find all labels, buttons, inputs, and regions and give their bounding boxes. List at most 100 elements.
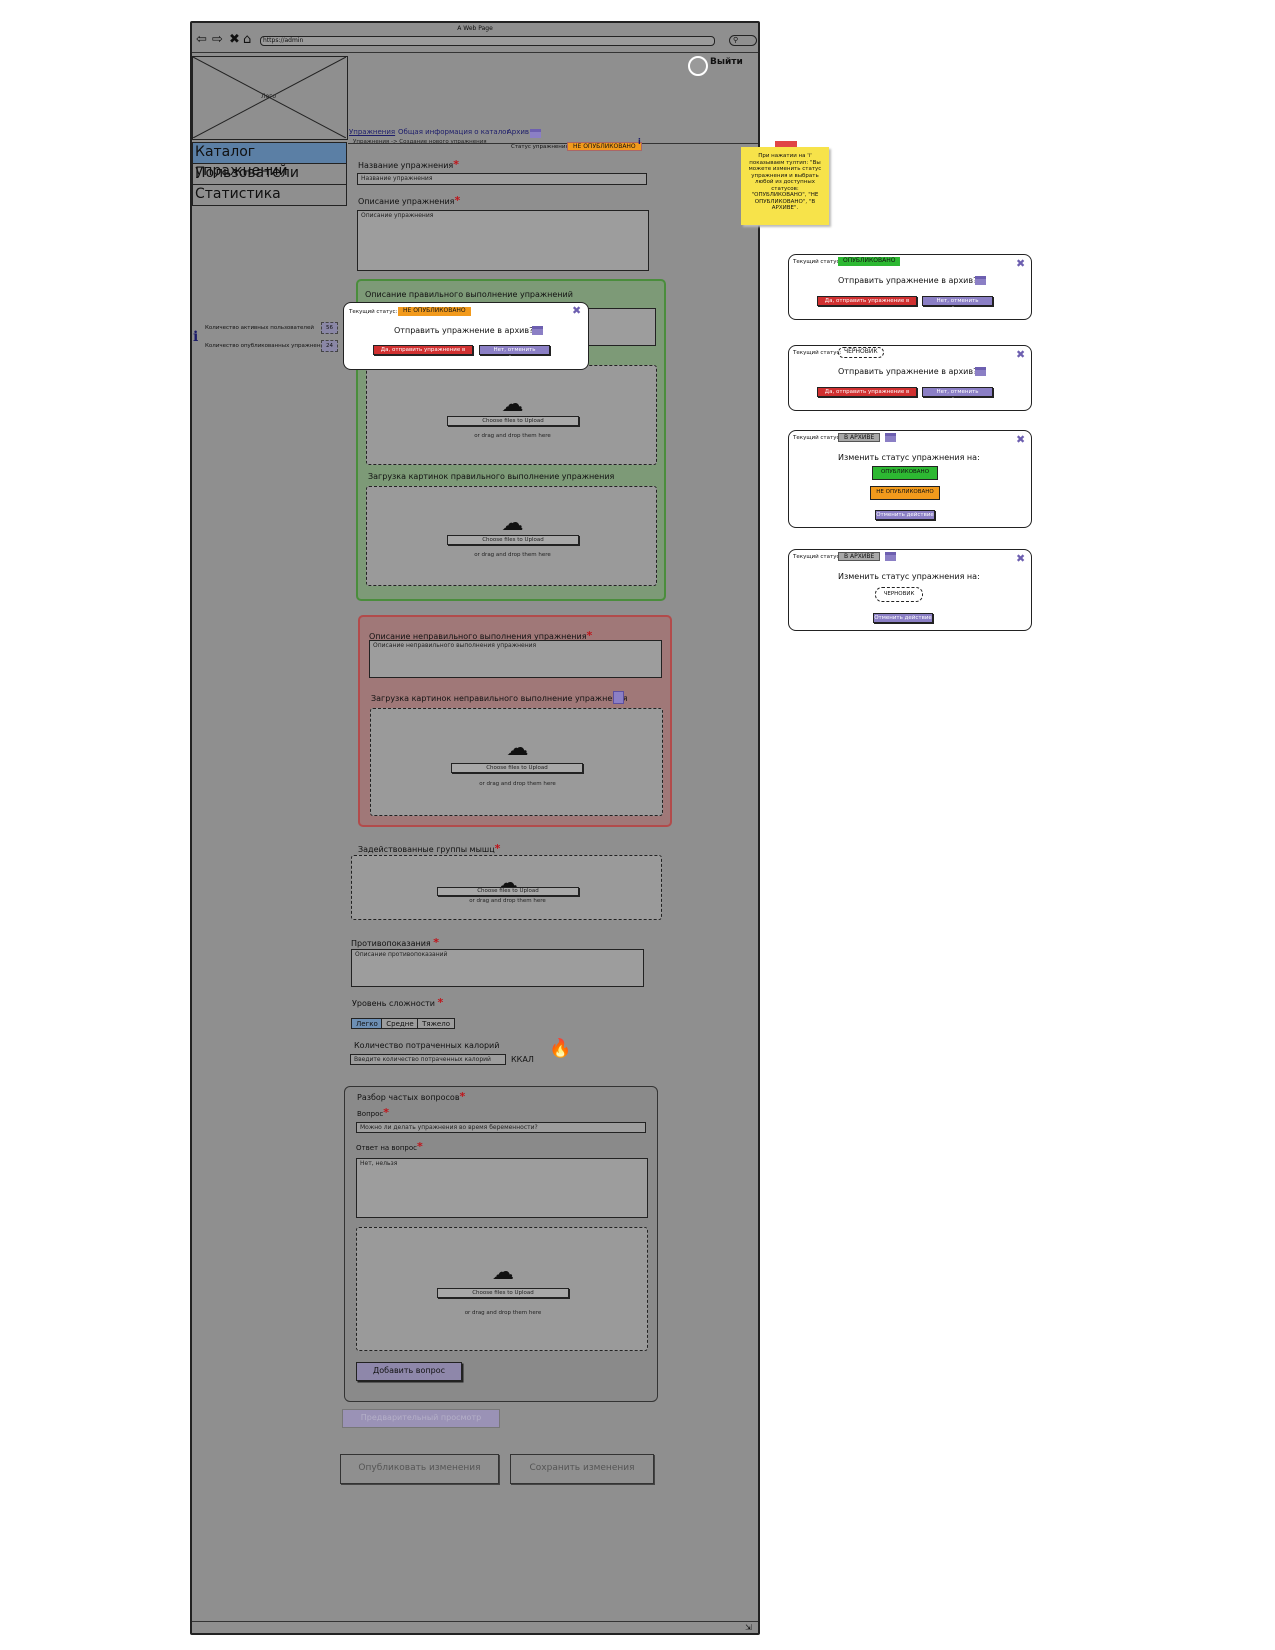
resize-handle-icon[interactable]: ⇲ (745, 1623, 752, 1632)
cloud-upload-icon: ☁ (506, 736, 529, 761)
status-option-unpublished[interactable]: НЕ ОПУБЛИКОВАНО (870, 486, 940, 500)
close-icon[interactable]: ✖ (572, 304, 581, 317)
calories-field[interactable]: Введите количество потраченных калорий (350, 1054, 506, 1065)
image-icon (613, 691, 624, 704)
close-icon[interactable]: ✖ (229, 32, 240, 48)
choose-files-button[interactable]: Choose files to Upload (447, 535, 579, 545)
cancel-button[interactable]: Отменить действие (873, 613, 933, 623)
choose-files-button[interactable]: Choose files to Upload (437, 887, 579, 896)
close-icon[interactable]: ✖ (1016, 552, 1025, 565)
tab-archive[interactable]: Архив (507, 128, 529, 136)
logout-link[interactable]: Выйти (710, 57, 743, 67)
correct-images-label: Загрузка картинок правильного выполнение… (368, 472, 615, 481)
current-status-badge: В АРХИВЕ (838, 433, 881, 442)
calories-unit: ККАЛ (511, 1055, 534, 1064)
published-count: 24 (321, 340, 338, 352)
incorrect-execution-panel: Описание неправильного выполнения упражн… (358, 615, 672, 827)
tab-catalog-info[interactable]: Общая информация о каталог (398, 128, 510, 136)
status-option-draft[interactable]: ЧЕРНОВИК (875, 587, 923, 602)
difficulty-medium[interactable]: Средне (381, 1018, 419, 1029)
archive-icon (530, 129, 541, 138)
confirm-archive-button[interactable]: Да, отправить упражнение в архив (817, 296, 917, 312)
home-icon[interactable]: ⌂ (243, 32, 251, 48)
url-bar[interactable]: https://admin (260, 36, 715, 46)
correct-images-dropzone[interactable]: ☁ Choose files to Upload or drag and dro… (366, 486, 657, 586)
current-status-badge: ЧЕРНОВИК (838, 347, 884, 358)
status-badge[interactable]: НЕ ОПУБЛИКОВАНО (567, 142, 642, 151)
muscles-dropzone[interactable]: ☁ Choose files to Upload or drag and dro… (351, 855, 662, 920)
status-bar-divider (192, 1621, 758, 1622)
published-count-label: Количество опубликованных упражнений (205, 343, 328, 349)
variant-modal-archived: Текущий статус: В АРХИВЕ ✖ Изменить стат… (788, 430, 1032, 528)
sidebar-item-users[interactable]: Пользователи (192, 163, 347, 185)
current-status-badge: ОПУБЛИКОВАНО (838, 257, 901, 266)
faq-dropzone[interactable]: ☁ Choose files to Upload or drag and dro… (356, 1227, 648, 1351)
difficulty-selector: Легко Средне Тяжело (351, 1011, 455, 1030)
info-icon[interactable]: i (193, 329, 198, 345)
variant-modal-published: Текущий статус: ОПУБЛИКОВАНО ✖ Отправить… (788, 254, 1032, 320)
choose-files-button[interactable]: Choose files to Upload (437, 1288, 569, 1298)
drag-drop-hint: or drag and drop them here (474, 552, 551, 558)
modal-question: Изменить статус упражнения на: (838, 572, 980, 581)
status-label: Статус упражнения (511, 144, 569, 150)
description-field[interactable]: Описание упражнения (357, 210, 649, 271)
drag-drop-hint: or drag and drop them here (479, 781, 556, 787)
drag-drop-hint: or drag and drop them here (464, 1310, 542, 1316)
question-field[interactable]: Можно ли делать упражнения во время бере… (356, 1122, 646, 1133)
modal-question: Отправить упражнение в архив? (838, 276, 978, 285)
search-icon[interactable]: ⚲ (729, 35, 757, 46)
difficulty-easy[interactable]: Легко (351, 1018, 383, 1029)
incorrect-description-field[interactable]: Описание неправильного выполнения упражн… (369, 640, 662, 678)
sticky-note: При нажатии на 'i' показываем тултип: "В… (741, 147, 829, 225)
save-button[interactable]: Сохранить изменения (510, 1454, 654, 1484)
fire-icon: 🔥 (549, 1038, 572, 1059)
stats-widget: i Количество активных пользователей 56 К… (192, 321, 340, 359)
current-status-label: Текущий статус: (349, 309, 398, 315)
cloud-upload-icon: ☁ (501, 511, 524, 536)
close-icon[interactable]: ✖ (1016, 348, 1025, 361)
cancel-button[interactable]: Отменить действие (875, 510, 935, 520)
tab-exercises[interactable]: Упражнения (349, 128, 395, 136)
breadcrumb[interactable]: Упражнения -> Создание нового упражнения (353, 139, 487, 145)
name-field[interactable]: Название упражнения (357, 173, 647, 185)
current-status-badge: В АРХИВЕ (838, 552, 881, 561)
browser-window: A Web Page ⇦ ⇨ ✖ ⌂ https://admin ⚲ Лого … (190, 21, 760, 1635)
current-status-label: Текущий статус: (793, 435, 842, 441)
confirm-archive-button[interactable]: Да, отправить упражнение в архив (817, 387, 917, 403)
cancel-button[interactable]: Нет, отменить действие (922, 387, 993, 403)
modal-question: Изменить статус упражнения на: (838, 453, 980, 462)
status-info-icon[interactable]: i (638, 137, 641, 146)
difficulty-hard[interactable]: Тяжело (417, 1018, 455, 1029)
contraindications-field[interactable]: Описание противопоказаний (351, 949, 644, 987)
forward-icon[interactable]: ⇨ (212, 32, 223, 48)
archive-icon (885, 552, 896, 561)
choose-files-button[interactable]: Choose files to Upload (447, 416, 579, 426)
contraindications-label: Противопоказания * (351, 936, 440, 949)
back-icon[interactable]: ⇦ (196, 32, 207, 48)
incorrect-images-dropzone[interactable]: ☁ Choose files to Upload or drag and dro… (370, 708, 663, 816)
preview-button[interactable]: Предварительный просмотр (342, 1409, 500, 1428)
archive-icon (532, 326, 543, 335)
active-users-label: Количество активных пользователей (205, 325, 314, 331)
close-icon[interactable]: ✖ (1016, 257, 1025, 270)
choose-files-button[interactable]: Choose files to Upload (451, 763, 583, 773)
sidebar-item-statistics[interactable]: Статистика (192, 184, 347, 206)
publish-button[interactable]: Опубликовать изменения (340, 1454, 499, 1484)
faq-title: Разбор частых вопросов* (357, 1090, 466, 1103)
modal-question: Отправить упражнение в архив? (394, 326, 534, 335)
archive-icon (885, 433, 896, 442)
confirm-archive-button[interactable]: Да, отправить упражнение в архив (373, 345, 473, 361)
muscles-label: Задействованные группы мышц* (358, 842, 501, 855)
close-icon[interactable]: ✖ (1016, 433, 1025, 446)
sidebar-item-catalog[interactable]: Каталог упражнений (192, 142, 347, 179)
status-option-published[interactable]: ОПУБЛИКОВАНО (872, 466, 938, 480)
browser-toolbar: ⇦ ⇨ ✖ ⌂ https://admin ⚲ (192, 31, 758, 53)
cancel-button[interactable]: Нет, отменить действие (479, 345, 550, 361)
logo-label: Лого (261, 93, 277, 100)
answer-field[interactable]: Нет, нельзя (356, 1158, 648, 1218)
correct-upload-dropzone[interactable]: ☁ Choose files to Upload or drag and dro… (366, 365, 657, 465)
cancel-button[interactable]: Нет, отменить действие (922, 296, 993, 312)
avatar[interactable] (688, 56, 708, 76)
correct-description-label: Описание правильного выполнение упражнен… (365, 290, 573, 299)
add-question-button[interactable]: Добавить вопрос (356, 1362, 462, 1381)
